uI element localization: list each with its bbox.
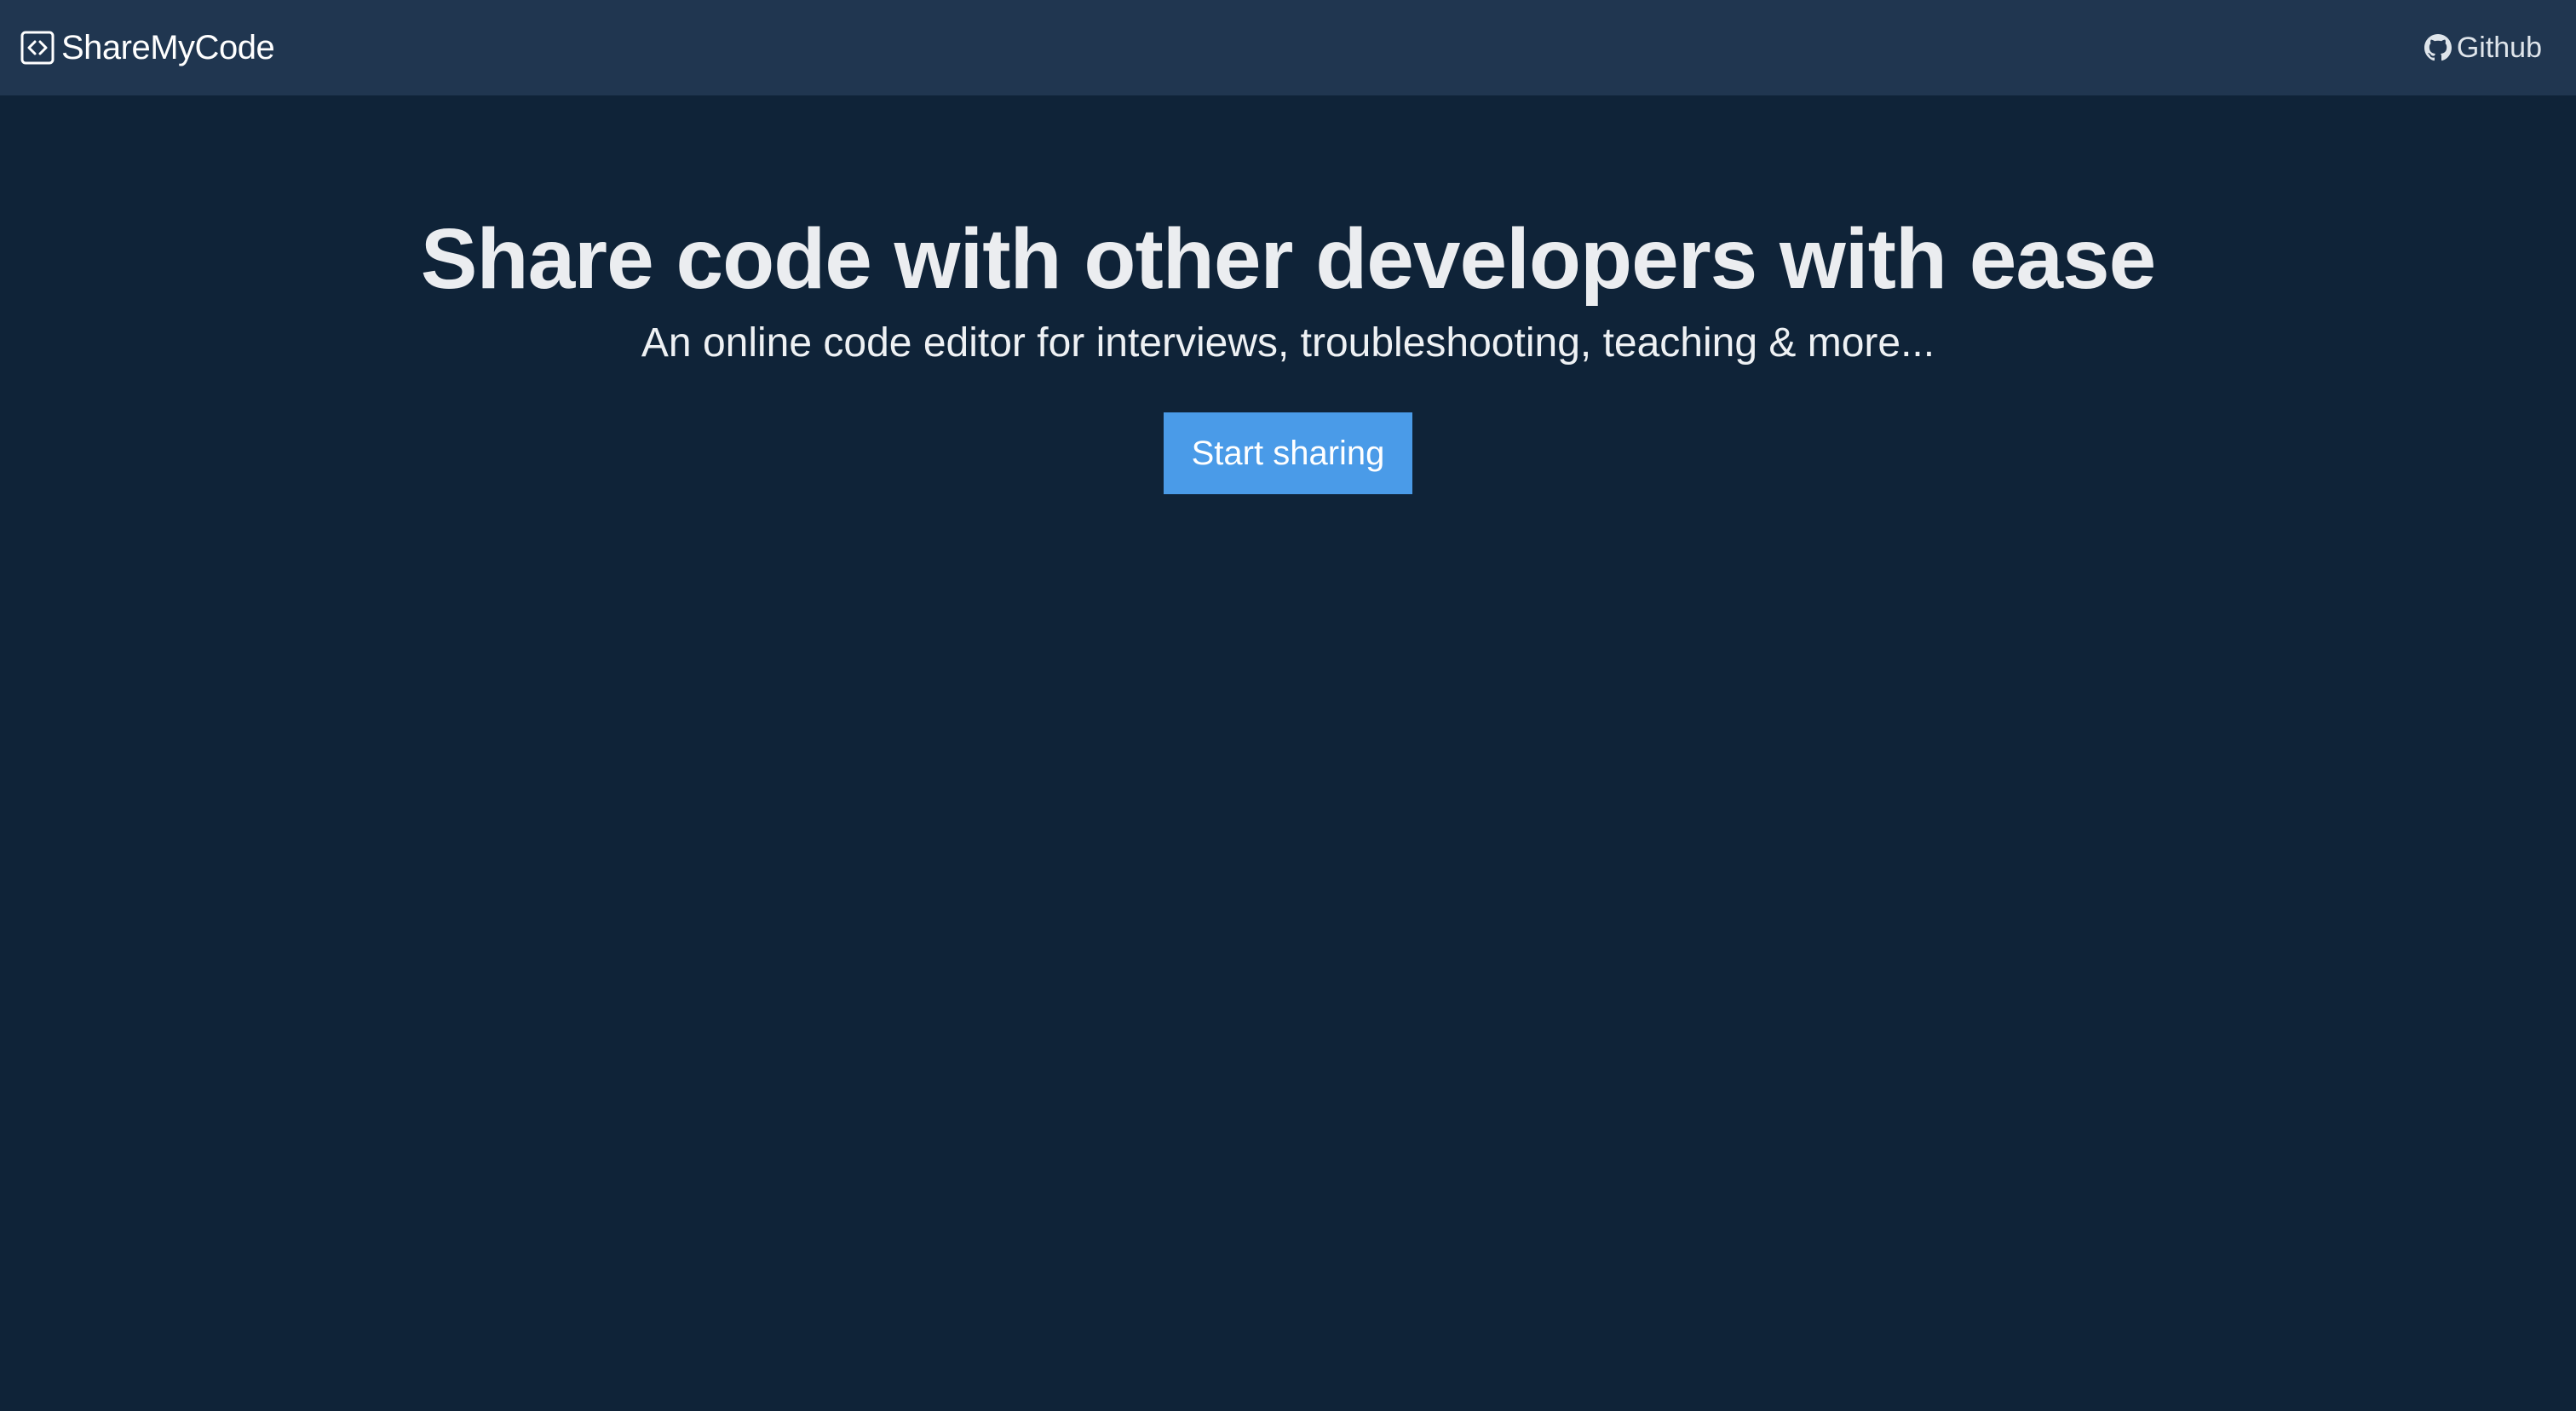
- github-icon: [2424, 34, 2452, 61]
- top-navbar: ShareMyCode Github: [0, 0, 2576, 95]
- github-link[interactable]: Github: [2424, 32, 2542, 65]
- code-brackets-icon: [20, 31, 55, 65]
- start-sharing-button[interactable]: Start sharing: [1164, 412, 1412, 494]
- hero-subtitle: An online code editor for interviews, tr…: [641, 320, 1935, 366]
- github-label: Github: [2456, 31, 2542, 64]
- hero-section: Share code with other developers with ea…: [0, 95, 2576, 494]
- hero-title: Share code with other developers with ea…: [420, 211, 2156, 307]
- brand-link[interactable]: ShareMyCode: [20, 28, 275, 67]
- brand-name: ShareMyCode: [61, 28, 275, 66]
